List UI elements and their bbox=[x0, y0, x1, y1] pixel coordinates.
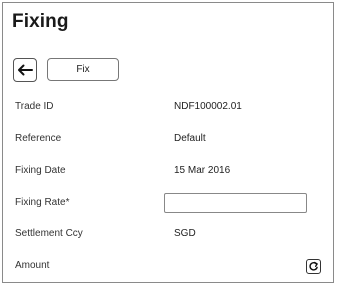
fixing-rate-input[interactable] bbox=[164, 193, 307, 213]
amount-refresh-button[interactable] bbox=[306, 259, 321, 274]
fixing-date-value: 15 Mar 2016 bbox=[174, 165, 231, 176]
trade-id-label: Trade ID bbox=[15, 101, 54, 112]
fixing-date-label: Fixing Date bbox=[15, 165, 66, 176]
page-title: Fixing bbox=[12, 11, 69, 32]
fixing-panel: Fixing Fix Trade ID NDF100002.01 Referen… bbox=[2, 2, 334, 283]
trade-id-value: NDF100002.01 bbox=[174, 101, 242, 112]
reference-value: Default bbox=[174, 133, 206, 144]
settlement-ccy-label: Settlement Ccy bbox=[15, 228, 83, 239]
amount-label: Amount bbox=[15, 260, 50, 271]
refresh-icon bbox=[309, 261, 318, 271]
fixing-rate-label: Fixing Rate* bbox=[15, 197, 70, 208]
reference-label: Reference bbox=[15, 133, 62, 144]
settlement-ccy-value: SGD bbox=[174, 228, 196, 239]
fix-button[interactable]: Fix bbox=[47, 58, 119, 81]
arrow-left-icon bbox=[18, 64, 33, 76]
back-button[interactable] bbox=[13, 58, 37, 82]
